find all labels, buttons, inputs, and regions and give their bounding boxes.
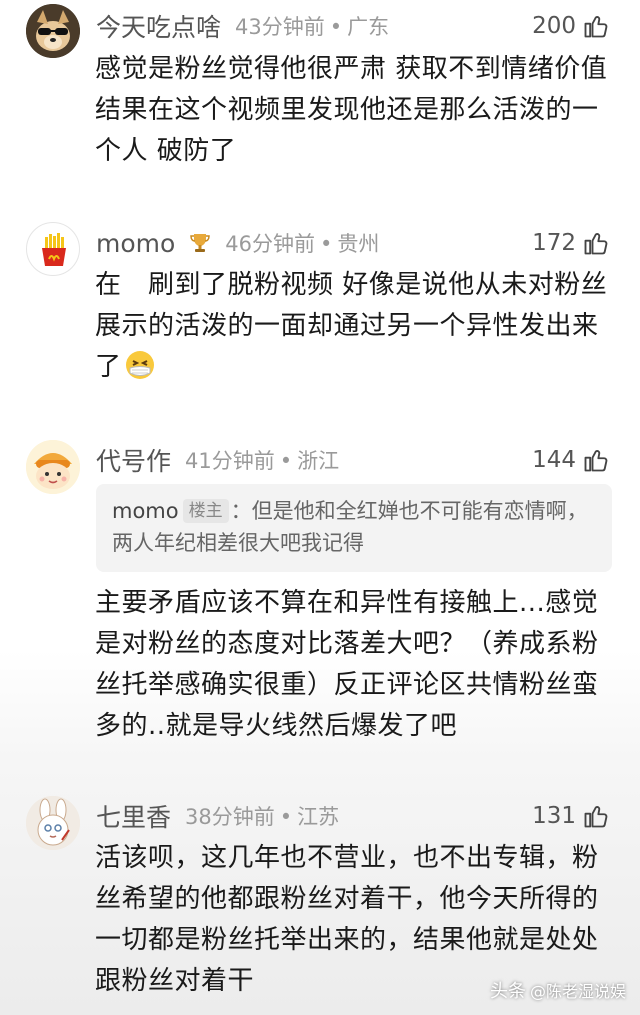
avatar[interactable] — [26, 4, 80, 58]
comment-meta: 七里香 38分钟前 • 江苏 — [96, 796, 339, 836]
time-text: 43分钟前 — [235, 15, 325, 39]
thumbs-up-icon — [584, 15, 608, 38]
timestamp: 43分钟前 • 广东 — [235, 11, 389, 41]
separator: • — [320, 232, 333, 256]
thumbs-up-icon — [584, 805, 608, 828]
like-button[interactable]: 200 — [532, 6, 610, 46]
timestamp: 41分钟前 • 浙江 — [185, 445, 339, 475]
username[interactable]: 代号作 — [96, 442, 171, 478]
location: 广东 — [347, 15, 390, 39]
like-count: 200 — [532, 13, 576, 39]
username[interactable]: momo — [96, 229, 175, 258]
separator: • — [279, 449, 293, 473]
comment-text-content: 在 刷到了脱粉视频 好像是说他从未对粉丝展示的活泼的一面却通过另一个异性发出来了 — [95, 270, 608, 382]
thumbs-up-icon — [584, 449, 608, 472]
sick-face-emoji-icon — [124, 349, 156, 381]
like-count: 131 — [532, 803, 576, 829]
cartoon-character-icon — [26, 440, 80, 494]
location: 贵州 — [337, 232, 380, 256]
watermark-handle: @陈老湿说娱 — [529, 982, 626, 1001]
french-fries-icon — [42, 233, 66, 266]
avatar[interactable] — [26, 222, 80, 276]
watermark: 头条 @陈老湿说娱 — [490, 977, 626, 1003]
quoted-reply[interactable]: momo 楼主 ：但是他和全红婵也不可能有恋情啊，两人年纪相差很大吧我记得 — [96, 484, 612, 572]
timestamp: 38分钟前 • 江苏 — [185, 801, 339, 831]
trophy-icon — [189, 231, 211, 255]
avatar[interactable] — [26, 796, 80, 850]
separator: • — [329, 15, 343, 39]
cartoon-rabbit-icon — [26, 796, 80, 850]
location: 浙江 — [297, 449, 340, 473]
time-text: 46分钟前 — [225, 232, 316, 256]
like-count: 144 — [532, 447, 576, 473]
comment-text: 在 刷到了脱粉视频 好像是说他从未对粉丝展示的活泼的一面却通过另一个异性发出来了 — [95, 265, 615, 388]
comment-meta: 代号作 41分钟前 • 浙江 — [96, 440, 339, 480]
like-button[interactable]: 131 — [532, 796, 610, 836]
like-button[interactable]: 172 — [532, 223, 610, 263]
username[interactable]: 今天吃点啥 — [96, 8, 221, 44]
comment-text: 主要矛盾应该不算在和异性有接触上...感觉是对粉丝的态度对比落差大吧？（养成系粉… — [95, 588, 599, 741]
username[interactable]: 七里香 — [96, 798, 171, 834]
dog-with-sunglasses-icon — [26, 4, 80, 58]
location: 江苏 — [297, 805, 340, 829]
timestamp: 46分钟前 • 贵州 — [225, 228, 379, 258]
op-tag: 楼主 — [182, 499, 229, 523]
like-count: 172 — [532, 230, 576, 256]
comment-meta: 今天吃点啥 43分钟前 • 广东 — [96, 6, 389, 46]
separator: • — [279, 805, 293, 829]
comment-text: 感觉是粉丝觉得他很严肃 获取不到情绪价值 结果在这个视频里发现他还是那么活泼的一… — [95, 54, 608, 166]
avatar[interactable] — [26, 440, 80, 494]
comment-meta: momo 46分钟前 • 贵州 — [96, 223, 379, 263]
watermark-brand: 头条 — [489, 981, 526, 1002]
time-text: 41分钟前 — [185, 449, 275, 473]
like-button[interactable]: 144 — [532, 440, 610, 480]
time-text: 38分钟前 — [185, 805, 275, 829]
quoted-username[interactable]: momo — [112, 499, 179, 523]
thumbs-up-icon — [584, 232, 608, 255]
